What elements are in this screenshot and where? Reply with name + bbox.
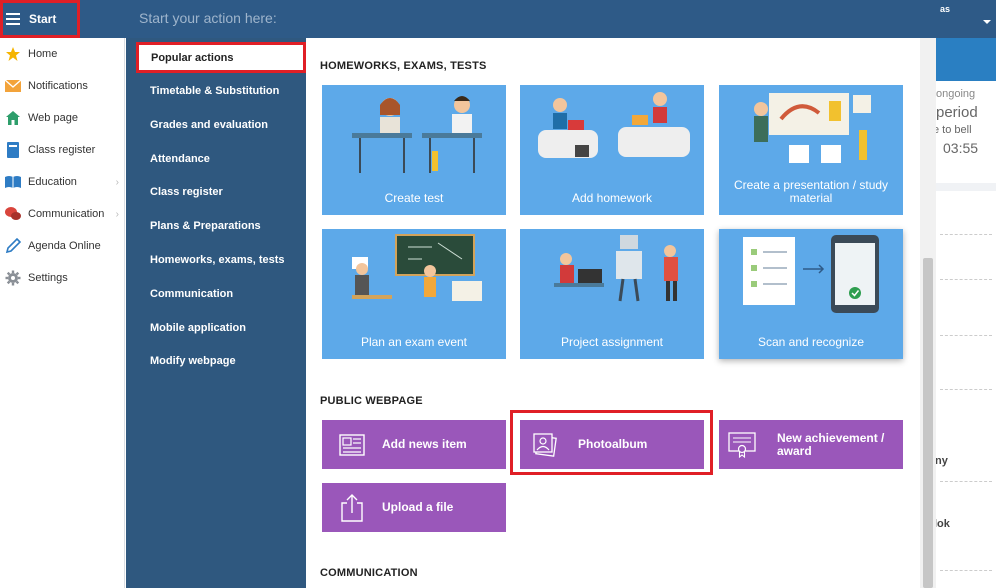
scrollbar-thumb[interactable] [923,258,933,588]
tile-create-presentation[interactable]: Create a presentation / study material [719,85,903,215]
star-icon [4,46,22,62]
tile-scan-recognize[interactable]: Scan and recognize [719,229,903,359]
pen-icon [4,238,22,254]
search-input[interactable]: Start your action here: [139,10,277,26]
background-dashed-line [940,234,992,235]
sidebar-item-label: Class register [28,144,96,156]
tile-project-assignment[interactable]: Project assignment [520,229,704,359]
background-dashed-line [940,335,992,336]
tile-add-news-item[interactable]: Add news item [322,420,506,469]
envelope-icon [4,78,22,94]
upload-icon [322,493,382,523]
user-menu-label: as [940,4,951,14]
tile-label: Scan and recognize [757,335,865,349]
nav-homeworks-exams-tests[interactable]: Homeworks, exams, tests [126,244,306,278]
background-divider [936,183,996,191]
highlight-box-start [0,0,80,38]
nav-attendance[interactable]: Attendance [126,143,306,177]
sidebar-item-education[interactable]: Education › [0,166,125,198]
sidebar-item-home[interactable]: Home [0,38,125,70]
nav-class-register[interactable]: Class register [126,176,306,210]
blackboard-illustration-icon [352,234,482,301]
house-icon [4,110,22,126]
background-text: iny [936,455,948,467]
sidebar-item-label: Notifications [28,80,88,92]
background-text: period [936,104,978,121]
nav-popular-actions[interactable]: Popular actions [136,42,306,73]
nav-plans-preparations[interactable]: Plans & Preparations [126,210,306,244]
sidebar-item-communication[interactable]: Communication › [0,198,125,230]
nav-modify-webpage[interactable]: Modify webpage [126,345,306,379]
book-icon [4,174,22,190]
tile-label: Create a presentation / study material [733,178,889,205]
background-dashed-line [940,481,992,482]
background-dashed-line [940,570,992,571]
sidebar-item-label: Web page [28,112,78,124]
nav-grades-evaluation[interactable]: Grades and evaluation [126,109,306,143]
action-category-nav: Popular actions Timetable & Substitution… [126,38,306,588]
user-menu[interactable]: as [936,0,996,38]
newspaper-icon [322,433,382,456]
sidebar-item-label: Home [28,48,58,60]
sidebar-item-settings[interactable]: Settings [0,262,125,294]
background-text: lok [936,518,950,530]
background-dashed-line [940,279,992,280]
sidebar-item-label: Education [28,176,77,188]
sidebar-item-label: Agenda Online [28,240,101,252]
action-tiles-panel: HOMEWORKS, EXAMS, TESTS Create test Add … [306,38,920,588]
background-text: e to bell [936,124,972,136]
background-dashed-line [940,389,992,390]
caret-down-icon [983,20,991,24]
nav-communication[interactable]: Communication [126,278,306,312]
tile-label: Add homework [571,191,653,205]
background-header-strip [936,38,996,81]
sidebar-menu: Home Notifications Web page Class regist… [0,38,125,294]
tile-plan-exam-event[interactable]: Plan an exam event [322,229,506,359]
certificate-icon [719,431,765,458]
gear-icon [4,270,22,286]
presentation-illustration-icon [754,93,871,163]
tile-label: Add news item [382,437,467,451]
chevron-right-icon: › [115,176,119,188]
tile-add-homework[interactable]: Add homework [520,85,704,215]
scan-document-icon [743,235,879,313]
tile-upload-file[interactable]: Upload a file [322,483,506,532]
tile-label: Create test [384,191,444,205]
tile-new-achievement[interactable]: New achievement / award [719,420,903,469]
notebook-icon [4,142,22,158]
chevron-right-icon: › [115,208,119,220]
sidebar-item-web-page[interactable]: Web page [0,102,125,134]
section-title-communication: COMMUNICATION [320,567,418,579]
nav-mobile-application[interactable]: Mobile application [126,312,306,346]
tile-label: Plan an exam event [360,335,468,349]
sidebar-item-label: Communication [28,208,105,220]
background-text: ongoing [936,88,976,100]
highlight-box-photoalbum [510,410,713,475]
start-button[interactable]: Start [0,0,125,38]
background-text: 03:55 [943,140,979,156]
tile-label: Project assignment [560,335,664,349]
tile-label: New achievement / award [777,430,885,458]
sidebar-item-agenda-online[interactable]: Agenda Online [0,230,125,262]
section-title-homeworks: HOMEWORKS, EXAMS, TESTS [320,60,487,72]
background-page: ongoing period e to bell 03:55 iny lok [936,38,996,588]
robot-project-illustration-icon [554,235,678,302]
app-sidebar: Start Home Notifications Web page Class … [0,0,125,588]
section-title-public-webpage: PUBLIC WEBPAGE [320,395,423,407]
top-search-bar[interactable]: Start your action here: [125,0,996,38]
chat-icon [4,206,22,222]
tile-label: Upload a file [382,500,454,514]
sidebar-item-class-register[interactable]: Class register [0,134,125,166]
nav-timetable-substitution[interactable]: Timetable & Substitution [126,75,306,109]
students-sofa-illustration-icon [538,92,690,158]
tile-create-test[interactable]: Create test [322,85,506,215]
sidebar-item-notifications[interactable]: Notifications [0,70,125,102]
sidebar-item-label: Settings [28,272,68,284]
classroom-illustration-icon [352,96,482,173]
